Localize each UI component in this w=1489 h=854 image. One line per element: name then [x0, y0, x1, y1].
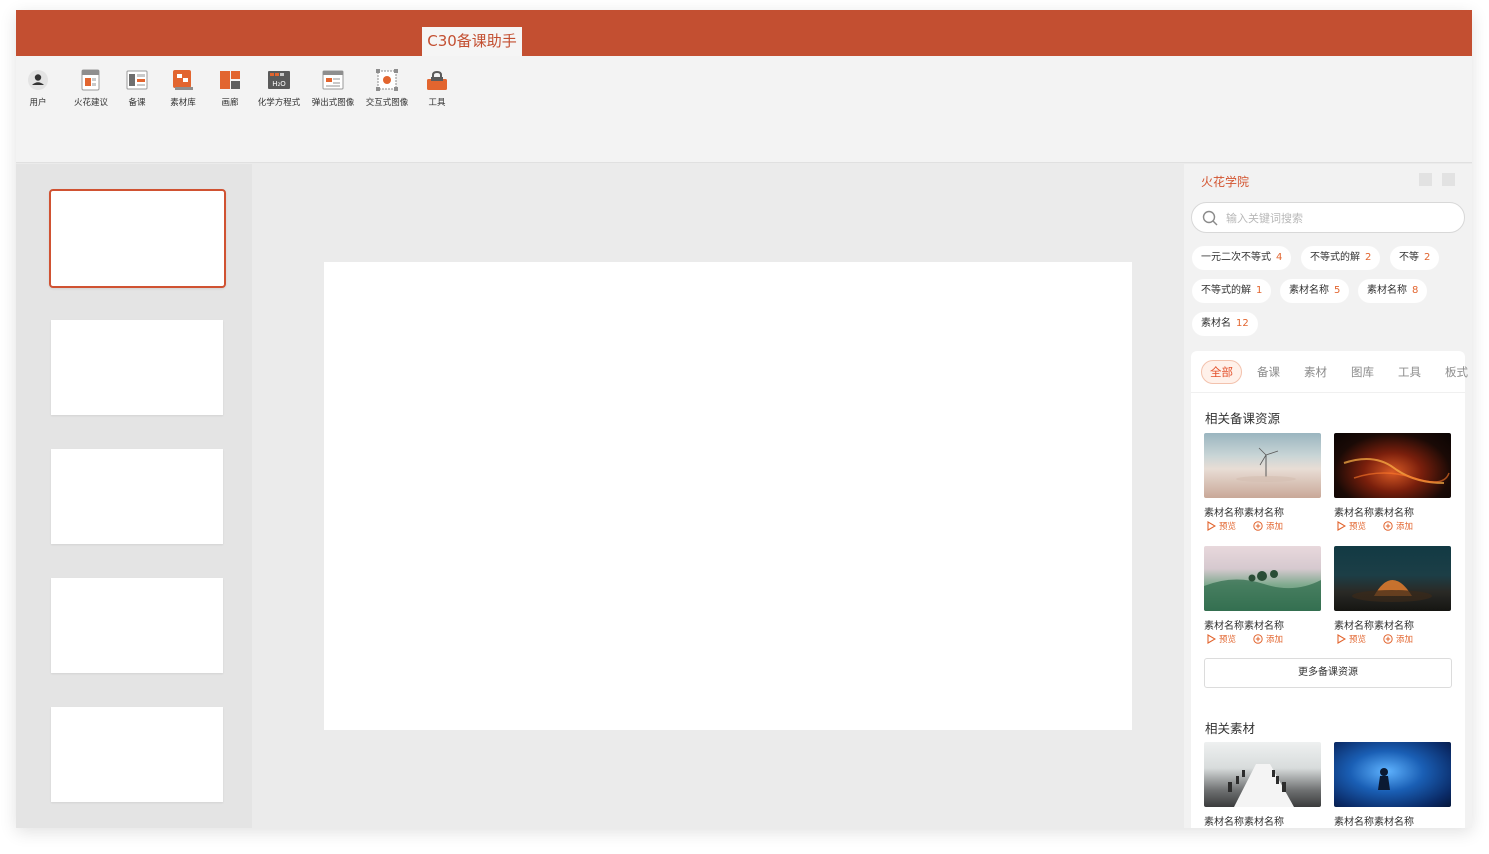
slide-thumbnail-1[interactable] — [49, 189, 226, 288]
lesson-prep-icon — [125, 68, 149, 92]
panel-title: 火花学院 — [1201, 175, 1250, 189]
slide-thumbnail-4[interactable] — [51, 578, 223, 673]
tool-label: 素材库 — [170, 98, 196, 108]
tab-layouts[interactable]: 板式 — [1445, 360, 1468, 384]
tool-label: 工具 — [428, 98, 446, 108]
panel-minimize-button[interactable] — [1419, 173, 1432, 186]
tab-lesson-prep[interactable]: 备课 — [1257, 360, 1280, 384]
keyword-tag[interactable]: 一元二次不等式 4 — [1192, 246, 1292, 270]
glowing-tent-image — [1352, 580, 1432, 602]
keyword-tag[interactable]: 素材名称 5 — [1280, 279, 1350, 303]
ribbon-toolbar: 用户 火花建议 备课 素材库 画廊 H₂O 化学方程式 弹出式图像 交互式图像 … — [16, 56, 1472, 163]
tool-chemical-equation[interactable]: H₂O 化学方程式 — [249, 68, 309, 108]
tab-tools[interactable]: 工具 — [1398, 360, 1421, 384]
tool-label: 化学方程式 — [257, 98, 301, 108]
resource-card: 全部 备课 素材 图库 工具 板式 相关备课资源 素材名称素材名称 预览 添加 … — [1191, 351, 1468, 828]
tab-image-library[interactable]: 图库 — [1351, 360, 1374, 384]
asset-name: 素材名称素材名称 — [1334, 508, 1414, 519]
more-lesson-resources-button[interactable]: 更多备课资源 — [1204, 658, 1452, 688]
search-icon — [1202, 210, 1218, 226]
ice-cave-image — [1378, 768, 1390, 790]
keyword-tag[interactable]: 不等式的解 2 — [1301, 246, 1381, 270]
lava-image — [1343, 458, 1450, 484]
asset-thumbnail[interactable] — [1334, 546, 1451, 611]
material-library-icon — [171, 68, 195, 92]
asset-name: 素材名称素材名称 — [1204, 508, 1284, 519]
asset-name: 素材名称素材名称 — [1334, 621, 1414, 632]
preview-button[interactable]: 预览 — [1206, 633, 1236, 645]
preview-button[interactable]: 预览 — [1336, 633, 1366, 645]
preview-button[interactable]: 预览 — [1206, 520, 1236, 532]
asset-thumbnail[interactable] — [1334, 742, 1451, 807]
add-circle-icon — [1383, 634, 1393, 644]
preview-button[interactable]: 预览 — [1336, 520, 1366, 532]
add-circle-icon — [1253, 634, 1263, 644]
toolbox-icon — [425, 68, 449, 92]
asset-thumbnail[interactable] — [1204, 546, 1321, 611]
add-button[interactable]: 添加 — [1383, 520, 1413, 532]
dining-hall-image — [1228, 764, 1294, 807]
tab-c30-assistant[interactable]: C30备课助手 — [422, 27, 522, 56]
play-icon — [1207, 521, 1216, 531]
chemical-equation-icon: H₂O — [267, 68, 291, 92]
asset-name: 素材名称素材名称 — [1204, 817, 1284, 828]
add-button[interactable]: 添加 — [1383, 633, 1413, 645]
forest-wave-image — [1204, 570, 1321, 611]
add-circle-icon — [1383, 521, 1393, 531]
section-title-materials: 相关素材 — [1205, 721, 1256, 736]
keyword-tag[interactable]: 不等式的解 1 — [1192, 279, 1272, 303]
keyword-tag[interactable]: 素材名 12 — [1192, 312, 1258, 336]
tool-label: 弹出式图像 — [311, 98, 355, 108]
keyword-tag[interactable]: 素材名称 8 — [1358, 279, 1428, 303]
slide-thumbnail-panel — [16, 164, 252, 828]
tab-materials[interactable]: 素材 — [1304, 360, 1327, 384]
tool-label: 备课 — [128, 98, 146, 108]
add-button[interactable]: 添加 — [1253, 520, 1283, 532]
asset-thumbnail[interactable] — [1204, 742, 1321, 807]
search-input[interactable] — [1226, 209, 1446, 227]
play-icon — [1337, 521, 1346, 531]
asset-name: 素材名称素材名称 — [1334, 817, 1414, 828]
spark-suggestion-icon — [79, 68, 103, 92]
keyword-tag[interactable]: 不等 2 — [1390, 246, 1440, 270]
title-bar: C30备课助手 — [16, 10, 1472, 56]
play-icon — [1337, 634, 1346, 644]
play-icon — [1207, 634, 1216, 644]
slide-thumbnail-3[interactable] — [51, 449, 223, 544]
asset-thumbnail[interactable] — [1204, 433, 1321, 498]
svg-text:H₂O: H₂O — [272, 80, 286, 88]
popup-image-icon — [321, 68, 345, 92]
add-button[interactable]: 添加 — [1253, 633, 1283, 645]
slide-thumbnail-2[interactable] — [51, 320, 223, 415]
tab-all[interactable]: 全部 — [1201, 360, 1242, 384]
gallery-icon — [218, 68, 242, 92]
asset-name: 素材名称素材名称 — [1204, 621, 1284, 632]
add-circle-icon — [1253, 521, 1263, 531]
resource-tabs: 全部 备课 素材 图库 工具 板式 — [1191, 351, 1468, 393]
tool-toolbox[interactable]: 工具 — [407, 68, 467, 108]
asset-thumbnail[interactable] — [1334, 433, 1451, 498]
tool-popup-image[interactable]: 弹出式图像 — [303, 68, 363, 108]
tool-label: 用户 — [29, 98, 47, 108]
tool-label: 画廊 — [221, 98, 239, 108]
tool-label: 交互式图像 — [365, 98, 409, 108]
tool-label: 火花建议 — [73, 98, 108, 108]
editing-canvas-area — [252, 164, 1184, 828]
search-box[interactable] — [1191, 202, 1465, 233]
huohua-side-panel: 火花学院 一元二次不等式4 不等式的解2 不等2 不等式的解1 素材名称5 素材… — [1184, 164, 1472, 828]
wind-turbine-image — [1236, 447, 1296, 482]
slide-canvas[interactable] — [324, 262, 1132, 730]
slide-thumbnail-5[interactable] — [51, 707, 223, 802]
panel-close-button[interactable] — [1442, 173, 1455, 186]
app-window: C30备课助手 用户 火花建议 备课 素材库 画廊 H₂O 化学方程式 弹出式图… — [16, 10, 1472, 828]
user-icon — [26, 68, 50, 92]
interactive-image-icon — [375, 68, 399, 92]
section-title-lesson-resources: 相关备课资源 — [1205, 411, 1281, 426]
